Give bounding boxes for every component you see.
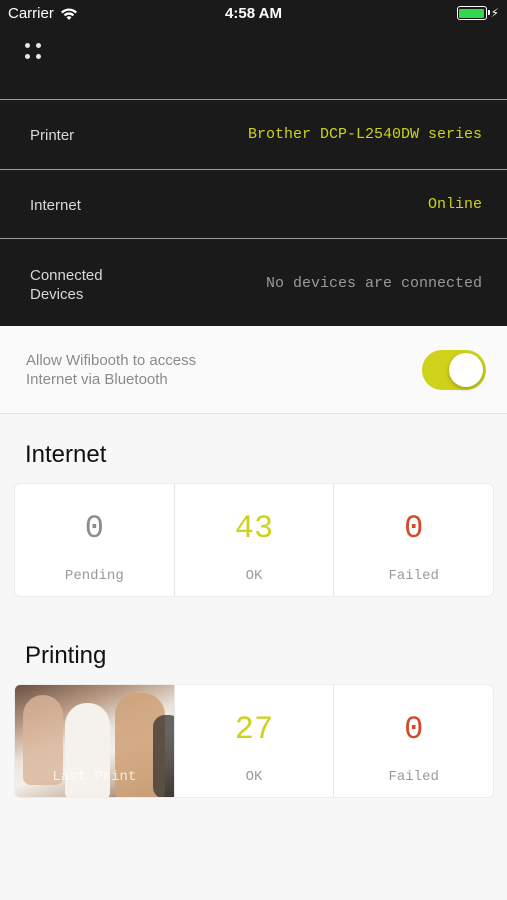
internet-section-title: Internet xyxy=(25,441,107,468)
connected-devices-label-line2: Devices xyxy=(30,286,84,303)
internet-ok-count: 43 xyxy=(234,510,274,547)
printing-failed-cell[interactable]: 0 Failed xyxy=(334,685,493,797)
connected-devices-value: No devices are connected xyxy=(265,275,482,292)
internet-pending-caption: Pending xyxy=(64,568,124,584)
charging-bolt-icon: ⚡ xyxy=(490,6,499,20)
bluetooth-toggle-label-line2: Internet via Bluetooth xyxy=(26,371,168,388)
bluetooth-toggle-label-line1: Allow Wifibooth to access xyxy=(26,352,197,369)
connected-devices-label: Connected Devices xyxy=(30,266,103,304)
internet-ok-caption: OK xyxy=(245,568,263,584)
printing-ok-cell[interactable]: 27 OK xyxy=(175,685,335,797)
internet-label: Internet xyxy=(30,197,81,214)
internet-status-value: Online xyxy=(427,196,482,213)
printing-stats-card: Last Print 27 OK 0 Failed xyxy=(14,684,494,798)
status-time: 4:58 AM xyxy=(225,5,282,22)
battery-icon xyxy=(456,6,490,20)
printer-label: Printer xyxy=(30,127,75,144)
printing-failed-count: 0 xyxy=(404,711,424,748)
status-right: ⚡ xyxy=(456,6,499,20)
internet-pending-count: 0 xyxy=(84,510,104,547)
bluetooth-toggle-switch[interactable] xyxy=(422,350,486,390)
printing-ok-count: 27 xyxy=(234,711,274,748)
internet-failed-count: 0 xyxy=(404,510,424,547)
internet-failed-cell[interactable]: 0 Failed xyxy=(334,484,493,596)
internet-stats-card: 0 Pending 43 OK 0 Failed xyxy=(14,483,494,597)
printer-row[interactable]: Printer Brother DCP-L2540DW series xyxy=(0,99,507,169)
internet-row[interactable]: Internet Online xyxy=(0,169,507,239)
printing-section-title: Printing xyxy=(25,642,107,669)
internet-failed-caption: Failed xyxy=(388,568,439,584)
bluetooth-toggle-label: Allow Wifibooth to access Internet via B… xyxy=(26,351,196,389)
toggle-knob xyxy=(449,353,483,387)
printing-ok-caption: OK xyxy=(245,769,263,785)
connected-devices-row[interactable]: Connected Devices No devices are connect… xyxy=(0,238,507,326)
connected-devices-label-line1: Connected xyxy=(30,267,103,284)
grid-dots-icon[interactable] xyxy=(24,42,44,62)
last-print-thumbnail[interactable]: Last Print xyxy=(15,685,175,797)
printer-value: Brother DCP-L2540DW series xyxy=(247,126,482,143)
status-bar: Carrier 4:58 AM ⚡ xyxy=(0,0,507,28)
internet-ok-cell[interactable]: 43 OK xyxy=(175,484,335,596)
last-print-caption: Last Print xyxy=(52,769,137,785)
app-header xyxy=(0,28,507,100)
internet-pending-cell[interactable]: 0 Pending xyxy=(15,484,175,596)
printing-failed-caption: Failed xyxy=(388,769,439,785)
